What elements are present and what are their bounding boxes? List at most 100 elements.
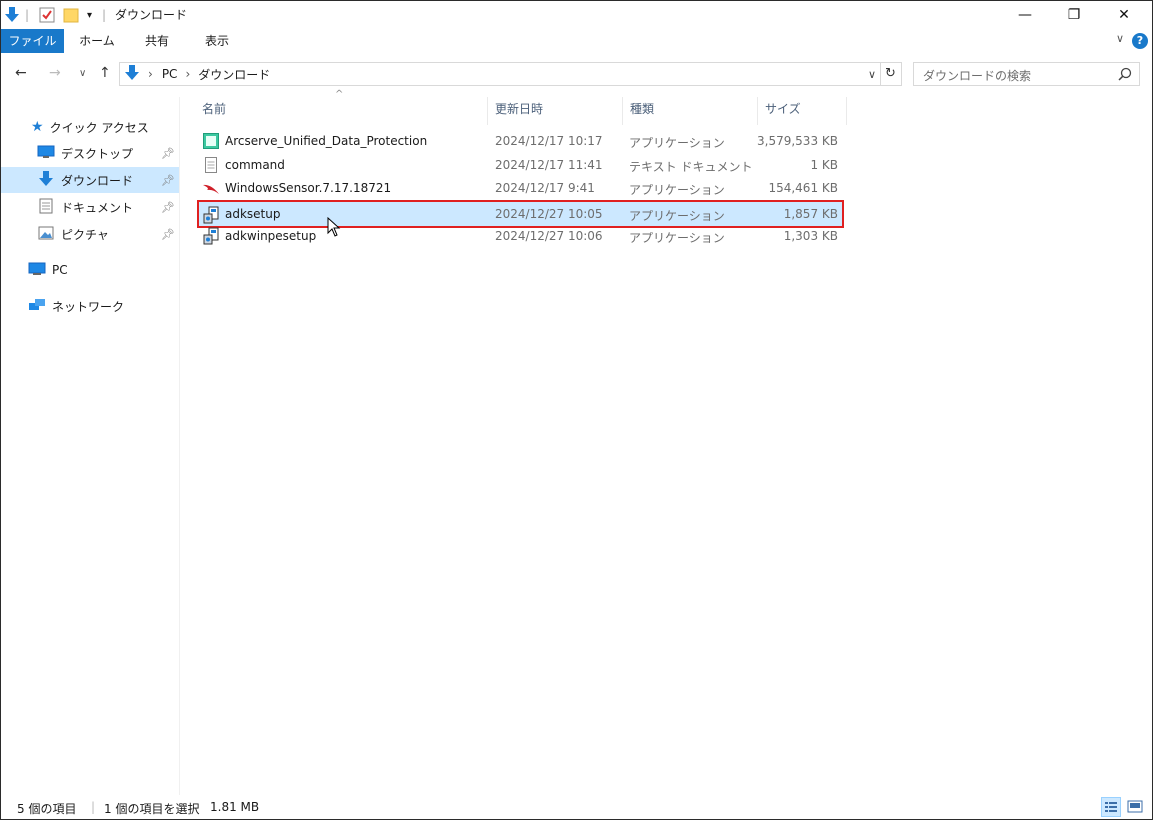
up-icon[interactable]: ↑ bbox=[99, 65, 111, 81]
column-date[interactable]: 更新日時 bbox=[489, 97, 623, 125]
column-size[interactable]: サイズ bbox=[759, 97, 847, 125]
properties-icon[interactable] bbox=[39, 4, 55, 26]
pc-icon bbox=[28, 262, 46, 279]
qa-separator: | bbox=[25, 8, 30, 22]
nav-quick-access-label: クイック アクセス bbox=[49, 120, 149, 135]
file-size: 1 KB bbox=[810, 158, 838, 172]
file-size: 1,303 KB bbox=[783, 229, 838, 243]
file-date: 2024/12/17 9:41 bbox=[495, 181, 595, 195]
nav-pc-label: PC bbox=[52, 263, 68, 277]
file-name: adksetup bbox=[225, 207, 281, 221]
ribbon-tabs: ファイル ホーム 共有 表示 ∨ ? bbox=[1, 29, 1152, 53]
nav-quick-access[interactable]: ★ クイック アクセス bbox=[1, 114, 179, 140]
file-row[interactable]: adkwinpesetup 2024/12/27 10:06 アプリケーション … bbox=[197, 225, 844, 248]
nav-downloads-label: ダウンロード bbox=[61, 173, 134, 188]
status-separator: | bbox=[91, 800, 96, 814]
nav-pc[interactable]: PC bbox=[1, 257, 179, 283]
tab-file[interactable]: ファイル bbox=[1, 29, 64, 53]
help-icon[interactable]: ? bbox=[1132, 33, 1148, 49]
tab-share[interactable]: 共有 bbox=[131, 29, 183, 53]
pictures-icon bbox=[38, 226, 54, 243]
documents-icon bbox=[39, 198, 53, 217]
file-size: 3,579,533 KB bbox=[757, 134, 838, 148]
file-type: アプリケーション bbox=[629, 136, 725, 150]
tab-home[interactable]: ホーム bbox=[69, 29, 125, 53]
qa-separator: | bbox=[102, 8, 107, 22]
restore-button[interactable]: ❐ bbox=[1051, 1, 1097, 29]
tab-view[interactable]: 表示 bbox=[189, 29, 245, 53]
new-folder-icon[interactable] bbox=[63, 4, 79, 26]
file-row[interactable]: command 2024/12/17 11:41 テキスト ドキュメント 1 K… bbox=[197, 154, 844, 177]
qa-customize-icon[interactable]: ▾ bbox=[87, 4, 92, 26]
text-document-icon bbox=[203, 157, 219, 173]
status-bar: 5 個の項目 | 1 個の項目を選択 1.81 MB bbox=[1, 797, 1152, 819]
file-date: 2024/12/17 11:41 bbox=[495, 158, 603, 172]
pin-icon[interactable]: 📌︎ bbox=[161, 228, 175, 241]
status-selection: 1 個の項目を選択 bbox=[104, 802, 200, 816]
minimize-button[interactable]: — bbox=[1002, 1, 1048, 29]
download-location-icon bbox=[124, 64, 140, 85]
expand-ribbon-icon[interactable]: ∨ bbox=[1116, 32, 1124, 45]
search-icon[interactable] bbox=[1118, 67, 1132, 84]
back-icon[interactable]: ← bbox=[15, 65, 27, 81]
installer-icon bbox=[203, 227, 219, 245]
explorer-window: | ▾ | ダウンロード — ❐ ✕ ファイル ホーム 共有 表示 ∨ ? ← … bbox=[0, 0, 1153, 820]
breadcrumb-downloads[interactable]: ダウンロード bbox=[198, 66, 270, 83]
file-row-selected[interactable]: adksetup 2024/12/27 10:05 アプリケーション 1,857… bbox=[197, 200, 844, 228]
search-box[interactable]: ダウンロードの検索 bbox=[913, 62, 1140, 86]
breadcrumb-pc[interactable]: PC bbox=[162, 67, 178, 81]
recent-locations-icon[interactable]: ∨ bbox=[79, 68, 86, 79]
installer-icon bbox=[203, 206, 219, 224]
status-selection-size: 1.81 MB bbox=[210, 800, 260, 814]
desktop-icon bbox=[37, 145, 55, 162]
refresh-button[interactable]: ↻ bbox=[880, 62, 902, 86]
file-type: アプリケーション bbox=[629, 231, 725, 245]
file-name: command bbox=[225, 158, 285, 172]
nav-pictures[interactable]: ピクチャ 📌︎ bbox=[1, 221, 179, 247]
mouse-cursor-icon bbox=[327, 216, 341, 240]
file-row[interactable]: WindowsSensor.7.17.18721 2024/12/17 9:41… bbox=[197, 177, 844, 200]
pin-icon[interactable]: 📌︎ bbox=[161, 147, 175, 160]
forward-icon[interactable]: → bbox=[49, 65, 61, 81]
file-row[interactable]: Arcserve_Unified_Data_Protection 2024/12… bbox=[197, 130, 844, 153]
pin-icon[interactable]: 📌︎ bbox=[161, 201, 175, 214]
download-icon bbox=[37, 170, 55, 191]
large-icons-view-button[interactable] bbox=[1125, 797, 1145, 817]
star-icon: ★ bbox=[31, 119, 44, 135]
search-placeholder: ダウンロードの検索 bbox=[923, 69, 1032, 83]
arcserve-app-icon bbox=[203, 133, 219, 149]
nav-pictures-label: ピクチャ bbox=[61, 227, 109, 242]
title-bar: | ▾ | ダウンロード — ❐ ✕ bbox=[1, 1, 1152, 29]
file-name: adkwinpesetup bbox=[225, 229, 317, 243]
file-name: WindowsSensor.7.17.18721 bbox=[225, 181, 392, 195]
column-name[interactable]: 名前 bbox=[196, 97, 488, 125]
nav-network[interactable]: ネットワーク bbox=[1, 293, 179, 319]
breadcrumb-chevron-icon[interactable]: › bbox=[148, 67, 153, 81]
file-size: 1,857 KB bbox=[783, 207, 838, 221]
download-folder-icon bbox=[4, 4, 20, 26]
column-type[interactable]: 種類 bbox=[624, 97, 758, 125]
file-size: 154,461 KB bbox=[768, 181, 838, 195]
pin-icon[interactable]: 📌︎ bbox=[161, 174, 175, 187]
address-bar[interactable]: › PC › ダウンロード ∨ bbox=[119, 62, 881, 86]
nav-documents[interactable]: ドキュメント 📌︎ bbox=[1, 194, 179, 220]
address-dropdown-icon[interactable]: ∨ bbox=[868, 68, 876, 81]
details-view-button[interactable] bbox=[1101, 797, 1121, 817]
navigation-pane: ★ クイック アクセス デスクトップ 📌︎ ダウンロード 📌︎ ドキュメント 📌… bbox=[1, 97, 180, 795]
file-date: 2024/12/17 10:17 bbox=[495, 134, 603, 148]
breadcrumb-chevron-icon[interactable]: › bbox=[185, 67, 190, 81]
nav-downloads[interactable]: ダウンロード 📌︎ bbox=[1, 167, 179, 193]
close-button[interactable]: ✕ bbox=[1101, 1, 1147, 29]
nav-desktop-label: デスクトップ bbox=[61, 146, 134, 161]
falcon-sensor-icon bbox=[203, 180, 219, 196]
file-type: アプリケーション bbox=[629, 209, 725, 223]
status-item-count: 5 個の項目 bbox=[17, 802, 77, 816]
nav-network-label: ネットワーク bbox=[52, 299, 125, 314]
file-type: テキスト ドキュメント bbox=[629, 160, 753, 174]
network-icon bbox=[28, 297, 46, 316]
window-title: ダウンロード bbox=[115, 8, 188, 22]
file-date: 2024/12/27 10:05 bbox=[495, 207, 603, 221]
nav-documents-label: ドキュメント bbox=[61, 200, 134, 215]
file-name: Arcserve_Unified_Data_Protection bbox=[225, 134, 428, 148]
nav-desktop[interactable]: デスクトップ 📌︎ bbox=[1, 140, 179, 166]
